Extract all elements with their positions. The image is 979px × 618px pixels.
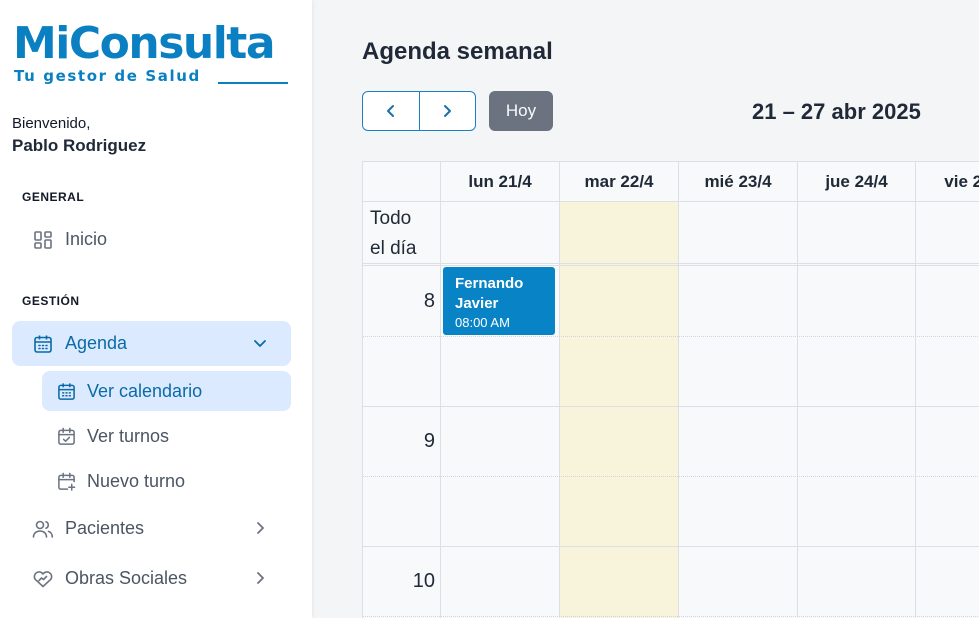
week-range-title: 21 – 27 abr 2025 xyxy=(752,99,921,124)
all-day-label-line2: el día xyxy=(370,238,417,259)
all-day-label: Todo el día xyxy=(370,204,416,264)
sidebar-subitem-label: Ver calendario xyxy=(87,380,203,401)
grid-line xyxy=(559,162,560,618)
calendar-icon xyxy=(56,381,76,401)
grid-line xyxy=(363,201,979,202)
dashboard-icon xyxy=(32,229,54,251)
grid-line xyxy=(797,162,798,618)
grid-line-half-hour xyxy=(363,336,979,337)
hand-heart-icon xyxy=(32,568,54,590)
sidebar-item-label: Pacientes xyxy=(65,518,145,538)
chevron-right-icon xyxy=(257,522,264,534)
calendar-icon xyxy=(32,333,54,355)
calendar-check-icon xyxy=(56,426,76,446)
sidebar-item-agenda[interactable]: Agenda xyxy=(12,321,291,366)
day-header[interactable]: mar 22/4 xyxy=(560,162,678,201)
week-calendar: lun 21/4 mar 22/4 mié 23/4 jue 24/4 vie … xyxy=(362,161,979,618)
logo-wordmark: MiConsulta xyxy=(13,18,276,69)
sidebar-item-label: Agenda xyxy=(65,333,128,353)
chevron-right-icon xyxy=(444,105,452,117)
day-header[interactable]: mié 23/4 xyxy=(679,162,797,201)
day-header[interactable]: lun 21/4 xyxy=(441,162,559,201)
section-gestion: GESTIÓN xyxy=(22,294,80,308)
sidebar-item-label: Inicio xyxy=(65,229,108,249)
today-button[interactable]: Hoy xyxy=(489,91,553,131)
users-icon xyxy=(32,518,54,540)
grid-line-half-hour xyxy=(363,476,979,477)
day-header[interactable]: vie 25/4 xyxy=(916,162,979,201)
sidebar-item-inicio[interactable]: Inicio xyxy=(12,217,291,262)
sidebar-item-obras-sociales[interactable]: Obras Sociales xyxy=(12,556,291,601)
grid-line-half-hour xyxy=(363,616,979,617)
grid-line xyxy=(915,162,916,618)
sidebar-item-label: Obras Sociales xyxy=(65,568,188,588)
grid-line xyxy=(363,265,979,266)
sidebar-subitem-ver-turnos[interactable]: Ver turnos xyxy=(42,416,291,456)
all-day-label-line1: Todo xyxy=(370,208,412,229)
next-week-button[interactable] xyxy=(418,92,476,130)
calendar-plus-icon xyxy=(56,471,76,491)
grid-line xyxy=(440,162,441,618)
calendar-event[interactable]: Fernando Javier 08:00 AM xyxy=(443,267,555,335)
sidebar-subitem-label: Ver turnos xyxy=(87,425,170,446)
grid-line xyxy=(363,406,979,407)
greeting: Bienvenido, xyxy=(12,115,91,132)
chevron-down-icon xyxy=(254,340,266,347)
sidebar: MiConsulta Tu gestor de Salud Bienvenido… xyxy=(0,0,312,618)
day-header[interactable]: jue 24/4 xyxy=(798,162,915,201)
user-name: Pablo Rodriguez xyxy=(12,136,147,155)
hour-label: 10 xyxy=(412,570,435,592)
chevron-right-icon xyxy=(257,572,264,584)
chevron-left-icon xyxy=(386,105,394,117)
prev-week-button[interactable] xyxy=(363,92,419,130)
event-title-line1: Fernando xyxy=(455,275,524,292)
hour-label: 8 xyxy=(423,290,435,312)
logo[interactable]: MiConsulta Tu gestor de Salud xyxy=(13,20,289,88)
grid-line xyxy=(363,546,979,547)
page-title: Agenda semanal xyxy=(362,38,553,65)
hour-label: 9 xyxy=(423,430,435,452)
event-time: 08:00 AM xyxy=(455,315,510,330)
sidebar-subitem-ver-calendario[interactable]: Ver calendario xyxy=(42,371,291,411)
grid-line xyxy=(678,162,679,618)
logo-tagline: Tu gestor de Salud xyxy=(14,67,201,85)
sidebar-subitem-label: Nuevo turno xyxy=(87,470,186,491)
week-nav-group xyxy=(362,91,476,131)
sidebar-item-pacientes[interactable]: Pacientes xyxy=(12,506,291,551)
section-general: GENERAL xyxy=(22,190,85,204)
event-title-line2: Javier xyxy=(455,295,499,312)
logo-underline xyxy=(218,82,288,84)
grid-line xyxy=(363,263,979,264)
sidebar-subitem-nuevo-turno[interactable]: Nuevo turno xyxy=(42,461,291,501)
